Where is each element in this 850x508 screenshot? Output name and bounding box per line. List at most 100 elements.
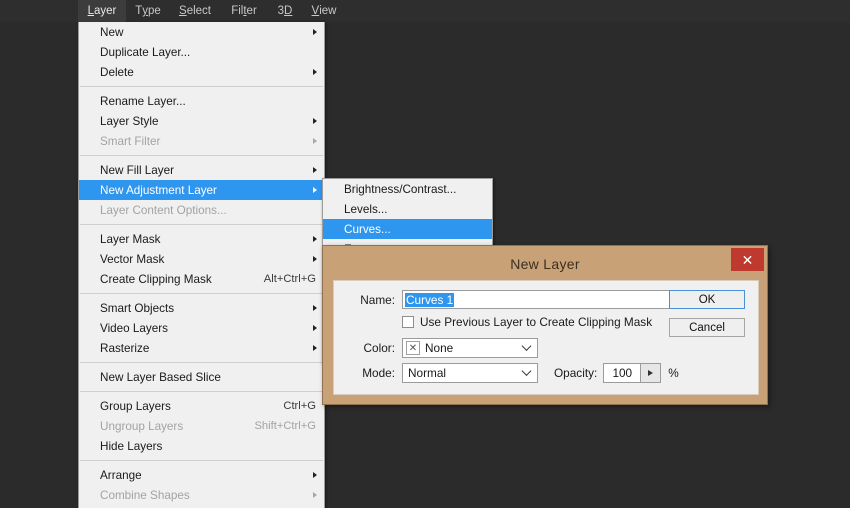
menu-separator <box>80 362 323 363</box>
menu-bar: Layer Ty pe Select Fil t er 3 D View <box>0 0 850 22</box>
dialog-title: New Layer <box>510 256 580 272</box>
submenu-arrow-icon <box>313 344 317 351</box>
menu-item-label: Smart Filter <box>100 134 161 148</box>
chevron-down-icon <box>521 341 532 351</box>
menu-item-shortcut: Shift+Ctrl+G <box>254 420 316 432</box>
menu-item-combine-shapes: Combine Shapes <box>79 485 324 505</box>
clipping-mask-checkbox[interactable] <box>402 316 414 328</box>
layer-menu: New Duplicate Layer... Delete Rename Layer.… <box>78 22 325 508</box>
menu-item-label: Layer Style <box>100 114 159 128</box>
menu-item-smart-filter: Smart Filter <box>79 131 324 151</box>
menubar-item-3d[interactable]: 3D <box>268 0 302 22</box>
blend-mode-value: Normal <box>408 366 447 380</box>
layer-name-input[interactable]: Curves 1 <box>402 290 670 309</box>
menu-item-label: Rename Layer... <box>100 94 186 108</box>
menu-item-rename-layer[interactable]: Rename Layer... <box>79 91 324 111</box>
mode-row: Mode: Normal Opacity: 100 % <box>347 363 679 383</box>
name-label: Name: <box>360 292 395 307</box>
menu-item-rasterize[interactable]: Rasterize <box>79 338 324 358</box>
menu-item-label: Brightness/Contrast... <box>344 182 457 196</box>
menu-item-new[interactable]: New <box>79 22 324 42</box>
submenu-arrow-icon <box>313 28 317 35</box>
opacity-stepper[interactable] <box>641 363 662 383</box>
menu-item-smart-objects[interactable]: Smart Objects <box>79 298 324 318</box>
menu-item-create-clipping-mask[interactable]: Create Clipping Mask Alt+Ctrl+G <box>79 269 324 289</box>
menu-separator <box>80 460 323 461</box>
menu-item-label: New <box>100 25 124 39</box>
menu-item-duplicate-layer[interactable]: Duplicate Layer... <box>79 42 324 62</box>
menu-item-label: Levels... <box>344 202 388 216</box>
blend-mode-dropdown[interactable]: Normal <box>402 363 538 383</box>
submenu-arrow-icon <box>313 324 317 331</box>
menu-item-label: Curves... <box>344 222 391 236</box>
submenu-arrow-icon <box>313 304 317 311</box>
adjustment-item-curves[interactable]: Curves... <box>323 219 492 239</box>
dialog-titlebar[interactable]: New Layer ✕ <box>328 248 764 277</box>
color-dropdown[interactable]: ✕ None <box>402 338 538 358</box>
menu-item-shortcut: Ctrl+G <box>283 400 316 412</box>
close-icon[interactable]: ✕ <box>731 248 764 271</box>
menu-item-new-fill-layer[interactable]: New Fill Layer <box>79 160 324 180</box>
menu-item-label: Smart Objects <box>100 301 175 315</box>
menu-item-delete[interactable]: Delete <box>79 62 324 82</box>
menu-item-new-adjustment-layer[interactable]: New Adjustment Layer <box>79 180 324 200</box>
photoshop-window: Layer Ty pe Select Fil t er 3 D View New Duplicate… <box>0 0 850 508</box>
menu-item-label: Vector Mask <box>100 252 165 266</box>
menu-separator <box>80 224 323 225</box>
menu-item-shortcut: Alt+Ctrl+G <box>263 273 316 285</box>
menu-item-label: Video Layers <box>100 321 169 335</box>
ok-button[interactable]: OK <box>669 290 745 309</box>
menu-item-layer-content-options: Layer Content Options... <box>79 200 324 220</box>
submenu-arrow-icon <box>313 471 317 478</box>
name-row: Name: Curves 1 <box>347 290 670 309</box>
menu-item-layer-style[interactable]: Layer Style <box>79 111 324 131</box>
new-layer-dialog: New Layer ✕ Name: Curves 1 Use Previous … <box>322 245 768 405</box>
menu-item-label: Combine Shapes <box>100 488 190 502</box>
menu-item-label: Rasterize <box>100 341 150 355</box>
submenu-arrow-icon <box>313 235 317 242</box>
dialog-body: Name: Curves 1 Use Previous Layer to Cre… <box>333 280 759 395</box>
menubar-item-view[interactable]: View <box>302 0 346 22</box>
layer-name-value: Curves 1 <box>405 292 455 307</box>
opacity-input[interactable]: 100 <box>603 363 642 383</box>
clipping-mask-label: Use Previous Layer to Create Clipping Ma… <box>420 315 653 329</box>
color-value: None <box>425 341 454 355</box>
menu-item-layer-mask[interactable]: Layer Mask <box>79 229 324 249</box>
menu-item-video-layers[interactable]: Video Layers <box>79 318 324 338</box>
color-row: Color: ✕ None <box>347 338 538 358</box>
submenu-arrow-icon <box>313 68 317 75</box>
opacity-unit: % <box>668 366 679 380</box>
menu-separator <box>80 293 323 294</box>
menu-item-arrange[interactable]: Arrange <box>79 465 324 485</box>
menu-item-label: Layer Mask <box>100 232 161 246</box>
submenu-arrow-icon <box>313 255 317 262</box>
menubar-item-filter[interactable]: Fil t er <box>220 0 268 22</box>
menu-item-label: Ungroup Layers <box>100 419 184 433</box>
no-color-icon: ✕ <box>406 341 420 355</box>
submenu-arrow-icon <box>313 117 317 124</box>
submenu-arrow-icon <box>313 491 317 498</box>
menubar-item-type[interactable]: Ty pe <box>126 0 170 22</box>
menu-item-label: Delete <box>100 65 134 79</box>
cancel-button[interactable]: Cancel <box>669 318 745 337</box>
menubar-item-layer[interactable]: Layer <box>78 0 126 22</box>
menubar-item-select[interactable]: Select <box>170 0 220 22</box>
adjustment-item-brightness-contrast[interactable]: Brightness/Contrast... <box>323 179 492 199</box>
menu-item-label: Hide Layers <box>100 439 163 453</box>
clipping-mask-row[interactable]: Use Previous Layer to Create Clipping Ma… <box>402 315 652 329</box>
menu-separator <box>80 86 323 87</box>
menu-item-label: New Adjustment Layer <box>100 183 217 197</box>
menu-separator <box>80 155 323 156</box>
menu-item-label: Group Layers <box>100 399 171 413</box>
submenu-arrow-icon <box>313 137 317 144</box>
menu-item-hide-layers[interactable]: Hide Layers <box>79 436 324 456</box>
menu-item-label: Layer Content Options... <box>100 203 227 217</box>
menu-item-label: New Layer Based Slice <box>100 370 221 384</box>
menu-item-new-layer-based-slice[interactable]: New Layer Based Slice <box>79 367 324 387</box>
menu-item-label: New Fill Layer <box>100 163 175 177</box>
adjustment-item-levels[interactable]: Levels... <box>323 199 492 219</box>
menu-item-group-layers[interactable]: Group Layers Ctrl+G <box>79 396 324 416</box>
menu-item-vector-mask[interactable]: Vector Mask <box>79 249 324 269</box>
submenu-arrow-icon <box>313 166 317 173</box>
opacity-label: Opacity: <box>554 366 598 380</box>
